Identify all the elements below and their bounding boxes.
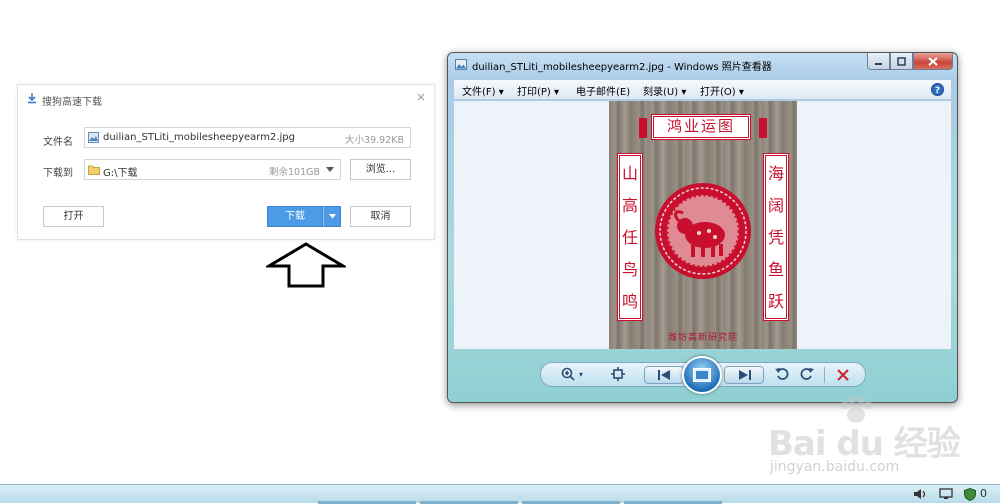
save-to-label: 下载到 — [43, 168, 73, 179]
save-path-select[interactable]: G:\下载 剩余101GB — [84, 159, 341, 180]
folder-icon — [88, 165, 100, 175]
image-left-couplet: 山高任鸟鸣 — [617, 153, 643, 321]
previous-icon — [658, 370, 670, 380]
viewer-menu-bar: 文件(F) ▾ 打印(P) ▾ 电子邮件(E) 刻录(U) ▾ 打开(O) ▾ … — [454, 80, 951, 100]
menu-open-label: 打开(O) — [700, 87, 736, 98]
control-separator — [824, 367, 825, 383]
menu-arrow-icon: ▾ — [738, 87, 744, 98]
maximize-button[interactable] — [890, 53, 913, 70]
close-icon — [928, 57, 938, 66]
slideshow-button[interactable] — [682, 356, 722, 394]
baidu-watermark-brand: Bai du 经验 — [768, 424, 961, 464]
chevron-down-icon[interactable] — [326, 167, 334, 173]
menu-burn-label: 刻录(U) — [643, 87, 679, 98]
free-space-text: 剩余101GB — [268, 167, 320, 178]
minimize-button[interactable] — [867, 53, 890, 70]
menu-burn[interactable]: 刻录(U) ▾ — [643, 83, 686, 98]
photo-viewer-app-icon — [455, 59, 467, 70]
filesize-text: 大小39.92KB — [345, 135, 404, 146]
image-file-icon — [88, 132, 99, 143]
arrow-up-icon — [266, 242, 346, 288]
download-button[interactable]: 下载 — [267, 206, 323, 227]
banner-decoration — [639, 118, 767, 138]
previous-button[interactable] — [644, 366, 684, 384]
image-right-couplet: 海阔凭鱼跃 — [763, 153, 789, 321]
download-arrow-icon — [28, 93, 36, 104]
chevron-down-icon — [328, 214, 336, 219]
fit-window-icon — [611, 367, 625, 381]
filename-label: 文件名 — [43, 137, 73, 148]
viewer-control-bar: ▾ — [540, 356, 866, 394]
menu-print-label: 打印(P) — [517, 87, 551, 98]
rotate-clockwise-button[interactable] — [800, 367, 814, 385]
filename-value: duilian_STLiti_mobilesheepyearm2.jpg — [103, 132, 295, 143]
delete-button[interactable] — [837, 367, 849, 385]
menu-arrow-icon: ▾ — [498, 87, 504, 98]
actual-size-button[interactable] — [611, 367, 625, 385]
minimize-icon — [875, 63, 882, 65]
rotate-counterclockwise-button[interactable] — [775, 367, 789, 385]
menu-file-label: 文件(F) — [462, 87, 496, 98]
tray-count: 0 — [980, 487, 987, 500]
close-window-button[interactable] — [913, 53, 953, 70]
image-view-area: 鸿业运图 山高任鸟鸣 海阔凭鱼跃 潍坊高新研究院 — [454, 101, 951, 349]
menu-arrow-icon: ▾ — [681, 87, 687, 98]
filename-field[interactable]: duilian_STLiti_mobilesheepyearm2.jpg 大小3… — [84, 127, 411, 148]
download-options-button[interactable] — [323, 206, 341, 227]
sheep-papercut-icon — [655, 183, 751, 279]
volume-icon[interactable] — [913, 488, 927, 500]
image-footer-text: 潍坊高新研究院 — [667, 333, 738, 343]
menu-arrow-icon: ▾ — [554, 87, 560, 98]
slideshow-icon — [693, 368, 711, 382]
photo-viewer-window: duilian_STLiti_mobilesheepyearm2.jpg - W… — [447, 52, 958, 403]
help-glyph: ? — [935, 86, 940, 96]
couplet-image: 鸿业运图 山高任鸟鸣 海阔凭鱼跃 潍坊高新研究院 — [609, 101, 797, 349]
maximize-icon — [897, 57, 906, 66]
menu-file[interactable]: 文件(F) ▾ — [462, 83, 504, 98]
close-icon[interactable]: × — [416, 90, 426, 104]
menu-print[interactable]: 打印(P) ▾ — [517, 83, 559, 98]
menu-email-label: 电子邮件(E) — [576, 87, 631, 98]
zoom-dropdown-icon[interactable]: ▾ — [579, 367, 583, 383]
save-path-value: G:\下载 — [103, 168, 138, 179]
menu-open[interactable]: 打开(O) ▾ — [700, 83, 744, 98]
next-button[interactable] — [724, 366, 764, 384]
download-dialog: 搜狗高速下载 × 文件名 duilian_STLiti_mobilesheepy… — [17, 84, 435, 240]
cancel-button[interactable]: 取消 — [350, 206, 411, 227]
open-button[interactable]: 打开 — [43, 206, 104, 227]
network-icon[interactable] — [939, 488, 953, 500]
delete-icon — [837, 369, 849, 381]
next-icon — [739, 370, 751, 380]
zoom-icon — [561, 367, 575, 381]
dialog-title: 搜狗高速下载 — [42, 97, 102, 108]
baidu-watermark-url: jingyan.baidu.com — [770, 459, 900, 475]
rotate-right-icon — [800, 368, 814, 380]
menu-email[interactable]: 电子邮件(E) — [576, 83, 630, 98]
window-title: duilian_STLiti_mobilesheepyearm2.jpg - W… — [472, 62, 772, 73]
taskbar: 0 — [0, 484, 1000, 504]
browse-button[interactable]: 浏览... — [350, 159, 411, 180]
zoom-button[interactable] — [561, 367, 577, 385]
rotate-left-icon — [775, 368, 789, 380]
help-icon[interactable]: ? — [931, 83, 944, 96]
security-shield-icon[interactable] — [964, 488, 976, 501]
